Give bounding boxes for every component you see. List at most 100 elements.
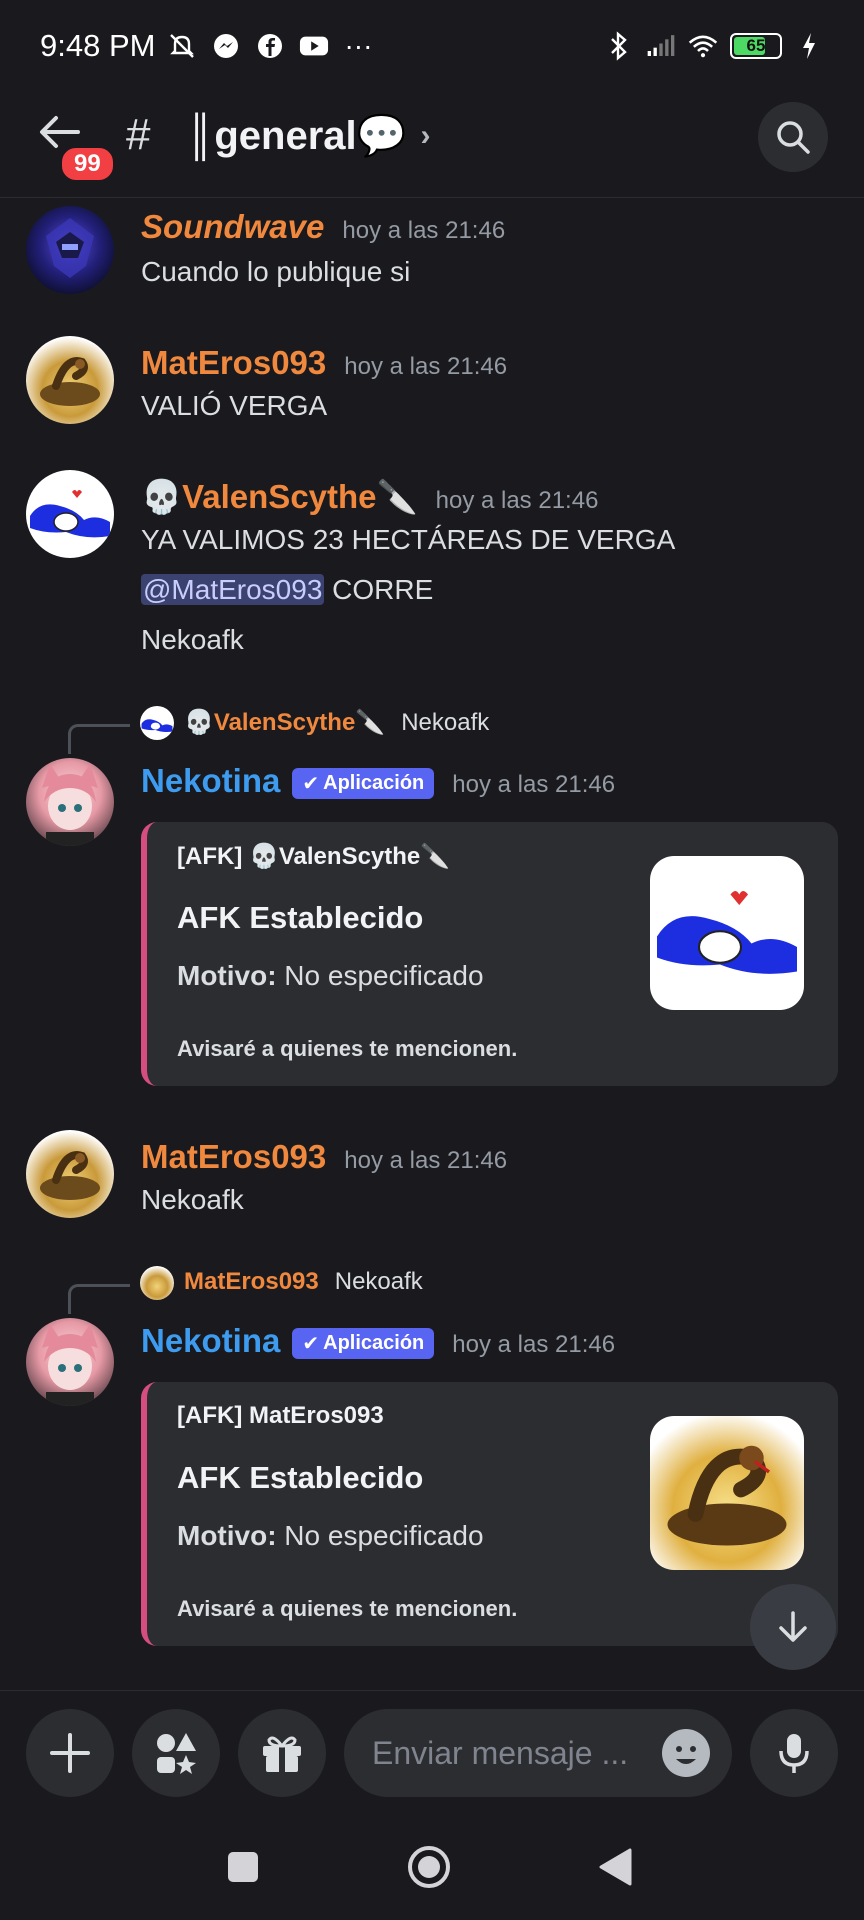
embed-title: AFK Establecido [177,900,424,935]
channel-name: ║general💬 [186,114,407,158]
status-bar: 9:48 PM ··· 65 [0,0,864,92]
embed-footer: Avisaré a quienes te mencionen. [177,1596,518,1621]
message-text: VALIÓ VERGA [141,390,328,421]
reply-preview[interactable]: 💀ValenScythe🔪 Nekoafk [0,702,864,754]
message-text-mention-line: @MatEros093 CORRE [141,574,433,606]
embed: [AFK] 💀ValenScythe🔪 AFK Establecido Moti… [141,822,838,1086]
channel-title[interactable]: ║general💬 › [186,112,430,159]
embed-thumbnail[interactable] [650,1416,804,1570]
app-tag-label: Aplicación [323,1331,425,1354]
message[interactable]: Soundwave hoy a las 21:46 Cuando lo publi… [0,200,864,310]
avatar[interactable] [26,470,114,558]
messenger-icon [211,31,241,61]
battery-level: 65 [746,36,766,55]
avatar[interactable] [26,1130,114,1218]
reply-preview[interactable]: MatEros093 Nekoafk [0,1262,864,1314]
reply-connector [68,1284,130,1314]
timestamp: hoy a las 21:46 [344,1147,508,1174]
plus-icon [50,1733,90,1773]
recents-square-icon[interactable] [226,1850,260,1889]
username[interactable]: MatEros093 [141,1138,326,1175]
add-attachment-button[interactable] [26,1709,114,1797]
message-text: Nekoafk [141,624,244,655]
message-text: Cuando lo publique si [141,256,411,287]
username[interactable]: Nekotina [141,1322,280,1359]
back-triangle-icon[interactable] [598,1848,632,1891]
gift-icon [263,1736,301,1772]
embed-footer: Avisaré a quienes te mencionen. [177,1036,518,1061]
signal-icon [646,31,676,61]
message-header: MatEros093 hoy a las 21:46 [141,344,507,382]
timestamp: hoy a las 21:46 [344,353,508,380]
search-icon [777,121,810,154]
avatar[interactable] [26,336,114,424]
reply-header: 💀ValenScythe🔪 Nekoafk [184,708,489,737]
message[interactable]: Nekotina ✔ Aplicación hoy a las 21:46 [AFK]… [0,752,864,1092]
timestamp: hoy a las 21:46 [435,487,599,514]
username[interactable]: Soundwave [141,208,324,245]
username[interactable]: 💀ValenScythe🔪 [141,478,418,515]
more-dots-icon: ··· [344,30,373,61]
reply-connector [68,724,130,754]
embed-field: Motivo: No especificado [177,960,484,992]
username[interactable]: Nekotina [141,762,280,799]
app-tag-label: Aplicación [323,771,425,794]
avatar[interactable] [26,758,114,846]
user-mention[interactable]: @MatEros093 [141,574,325,605]
timestamp: hoy a las 21:46 [452,771,616,798]
embed-field-value: No especificado [276,1520,484,1551]
reply-username: 💀ValenScythe🔪 [184,709,386,736]
embed-field-value: No especificado [276,960,484,991]
timestamp: hoy a las 21:46 [342,217,506,244]
message-header: Soundwave hoy a las 21:46 [141,208,505,246]
scroll-to-bottom-button[interactable] [750,1584,836,1670]
apps-button[interactable] [132,1709,220,1797]
embed-field-name: Motivo: [177,960,277,991]
check-icon: ✔ [302,772,320,795]
youtube-icon [299,31,329,61]
app-tag: ✔ Aplicación [292,1327,435,1359]
message-header: Nekotina ✔ Aplicación hoy a las 21:46 [141,762,615,800]
message-input[interactable]: Enviar mensaje ... [344,1709,732,1797]
gift-button[interactable] [238,1709,326,1797]
embed: [AFK] MatEros093 AFK Establecido Motivo:… [141,1382,838,1646]
emoji-picker-icon[interactable] [662,1729,710,1777]
reply-header: MatEros093 Nekoafk [184,1268,423,1296]
charging-icon [794,31,824,61]
search-button[interactable] [758,102,828,172]
reply-text: Nekoafk [334,1268,423,1295]
message-text: YA VALIMOS 23 HECTÁREAS DE VERGA [141,524,676,555]
message-text: CORRE [324,574,434,605]
reply-username: MatEros093 [184,1268,319,1295]
message[interactable]: 💀ValenScythe🔪 hoy a las 21:46 YA VALIMOS … [0,470,864,670]
message-header: Nekotina ✔ Aplicación hoy a las 21:46 [141,1322,615,1360]
embed-field-name: Motivo: [177,1520,277,1551]
message[interactable]: MatEros093 hoy a las 21:46 VALIÓ VERGA [0,336,864,446]
wifi-icon [688,31,718,61]
embed-author: [AFK] MatEros093 [177,1402,384,1429]
avatar[interactable] [26,206,114,294]
reply-avatar [140,1266,174,1300]
message[interactable]: MatEros093 hoy a las 21:46 Nekoafk [0,1130,864,1240]
embed-title: AFK Establecido [177,1460,424,1495]
message-text: Nekoafk [141,1184,244,1215]
home-circle-icon[interactable] [406,1844,452,1895]
battery-icon: 65 [730,33,782,59]
embed-field: Motivo: No especificado [177,1520,484,1552]
voice-message-button[interactable] [750,1709,838,1797]
status-time: 9:48 PM [40,28,156,63]
embed-author: [AFK] 💀ValenScythe🔪 [177,843,451,870]
system-nav-bar [0,1820,864,1920]
reply-avatar [140,706,174,740]
microphone-icon [779,1734,809,1773]
username[interactable]: MatEros093 [141,344,326,381]
message-input-placeholder: Enviar mensaje ... [372,1734,629,1771]
embed-thumbnail[interactable] [650,856,804,1010]
bluetooth-icon [604,31,634,61]
avatar[interactable] [26,1318,114,1406]
channel-header: 99 # ║general💬 › [0,92,864,198]
mute-bell-icon [167,31,197,61]
apps-shapes-icon [157,1733,196,1774]
message-header: 💀ValenScythe🔪 hoy a las 21:46 [141,478,598,517]
message[interactable]: Nekotina ✔ Aplicación hoy a las 21:46 [AFK]… [0,1312,864,1652]
